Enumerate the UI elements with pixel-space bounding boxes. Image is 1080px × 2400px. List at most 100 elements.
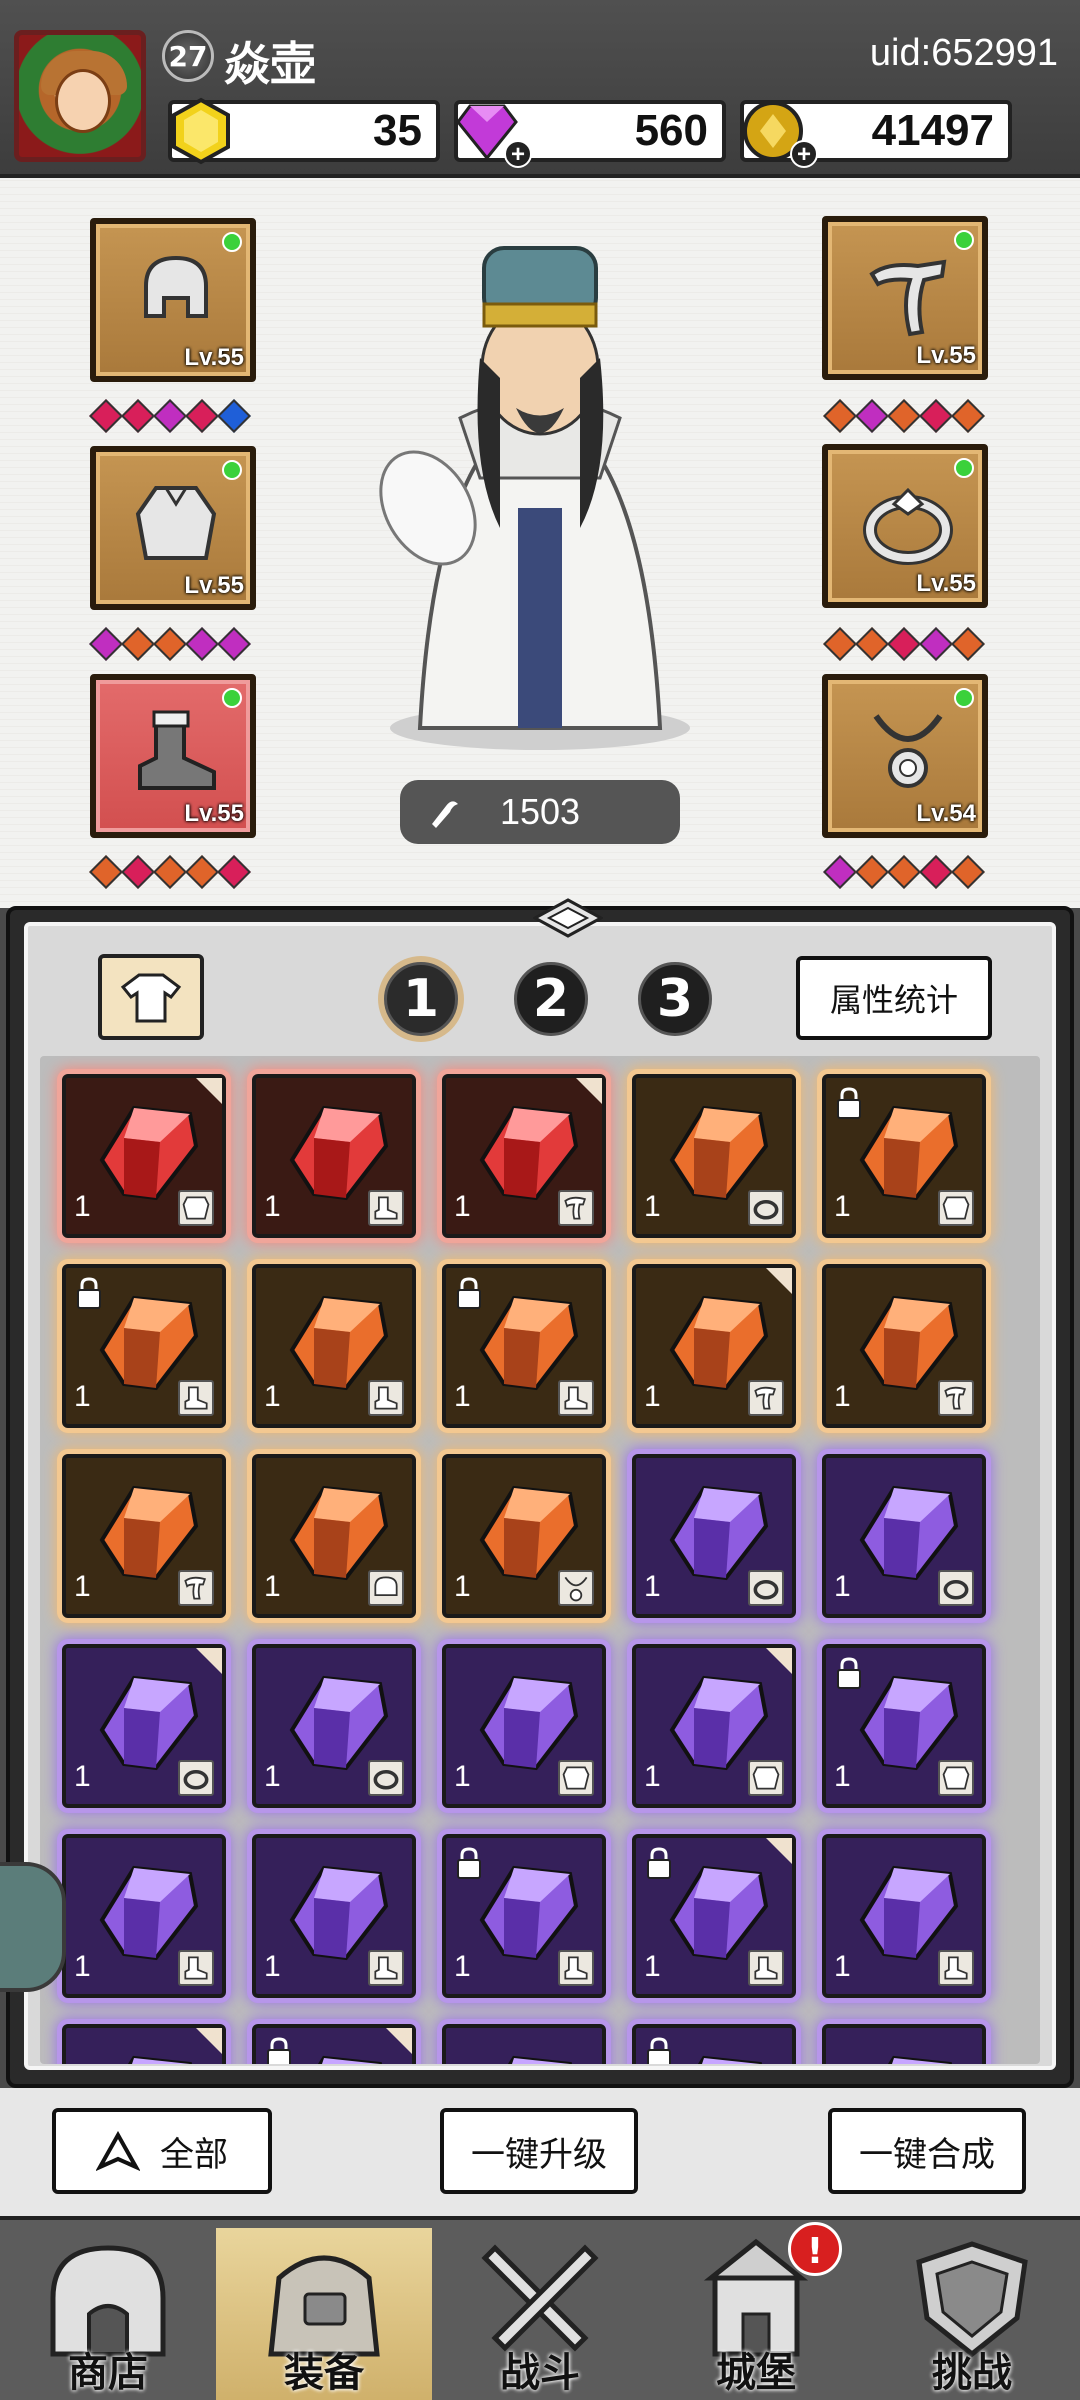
inventory-item[interactable]: 1 [252,1834,416,1998]
ring-type-icon [368,1760,404,1796]
player-uid: uid:652991 [869,32,1058,74]
equip-slot-boots[interactable]: Lv.55 [90,674,256,838]
inventory-item[interactable]: 1 [252,1264,416,1428]
new-corner-marker [196,1648,222,1674]
castle-alert-badge: ! [788,2222,842,2276]
inventory-item[interactable] [62,2024,226,2064]
armor-type-icon [938,1190,974,1226]
nav-equipment[interactable]: 装备 [216,2228,432,2400]
filter-all-label: 全部 [160,2134,228,2175]
gem [217,627,251,661]
inventory-item[interactable]: 1 [252,1454,416,1618]
bag-tab-3[interactable]: 3 [638,962,712,1036]
nav-castle-label: 城堡 [716,2349,796,2396]
coin-add-icon[interactable]: + [790,140,818,168]
item-count: 1 [834,1570,851,1603]
item-count: 1 [264,1760,281,1793]
new-corner-marker [576,1078,602,1104]
status-dot [954,230,974,250]
inventory-item[interactable]: 1 [252,1074,416,1238]
inventory-item[interactable] [632,2024,796,2064]
inventory-item[interactable]: 1 [822,1074,986,1238]
armor-type-icon [558,1760,594,1796]
outfit-filter-button[interactable] [98,954,204,1040]
slot-level: Lv.55 [184,800,244,827]
new-corner-marker [196,1078,222,1104]
inventory-item[interactable]: 1 [442,1264,606,1428]
crystal-gem-icon [127,2055,193,2064]
boots-type-icon [368,1950,404,1986]
filter-all-button[interactable]: 全部 [52,2108,272,2194]
item-count: 1 [454,1950,471,1983]
top-status-bar: 27 焱壶 uid:652991 35 + 560 + 41497 [0,0,1080,178]
ring-type-icon [748,1190,784,1226]
nav-castle[interactable]: ! 城堡 [648,2222,864,2400]
inventory-item[interactable]: 1 [822,1644,986,1808]
inventory-item[interactable]: 1 [632,1454,796,1618]
gem [121,855,155,889]
boots-type-icon [178,1950,214,1986]
nav-equipment-label: 装备 [284,2349,364,2396]
inventory-item[interactable]: 1 [822,1264,986,1428]
inventory-item[interactable]: 1 [442,1454,606,1618]
item-count: 1 [454,1380,471,1413]
side-helper-avatar[interactable] [0,1862,66,1992]
player-avatar[interactable] [14,30,146,162]
inventory-item[interactable]: 1 [62,1074,226,1238]
boots-type-icon [558,1380,594,1416]
player-level-badge: 27 [162,30,214,82]
inventory-item[interactable]: 1 [62,1644,226,1808]
inventory-item[interactable]: 1 [632,1264,796,1428]
nav-battle[interactable]: 战斗 [432,2228,648,2400]
equip-slot-armor[interactable]: Lv.55 [90,446,256,610]
inventory-item[interactable]: 1 [822,1454,986,1618]
equip-slot-ring[interactable]: Lv.55 [822,444,988,608]
equip-slot-weapon[interactable]: Lv.55 [822,216,988,380]
gem [919,627,953,661]
inventory-item[interactable]: 1 [62,1834,226,1998]
ring-type-icon [178,1760,214,1796]
boots-type-icon [938,1950,974,1986]
inventory-item[interactable]: 1 [62,1454,226,1618]
inventory-item[interactable] [252,2024,416,2064]
inventory-item[interactable]: 1 [632,1644,796,1808]
hero-character-portrait[interactable] [350,208,730,758]
equip-slot-necklace[interactable]: Lv.54 [822,674,988,838]
gem [823,399,857,433]
inventory-item[interactable]: 1 [632,1834,796,1998]
weapon-type-icon [938,1380,974,1416]
boots-type-icon [368,1380,404,1416]
inventory-item[interactable]: 1 [252,1644,416,1808]
inventory-item[interactable]: 1 [442,1834,606,1998]
nav-shop[interactable]: 商店 [0,2228,216,2400]
gem [823,855,857,889]
bag-tab-2[interactable]: 2 [514,962,588,1036]
inventory-item[interactable]: 1 [822,1834,986,1998]
necklace-gems [823,855,985,889]
bag-tab-1[interactable]: 1 [384,962,458,1036]
inventory-item[interactable] [442,2024,606,2064]
boot-icon [138,710,216,790]
status-dot [954,688,974,708]
diamond-add-icon[interactable]: + [504,140,532,168]
lock-icon [457,1277,481,1309]
gem [855,855,889,889]
nav-challenge[interactable]: 挑战 [864,2228,1080,2400]
avatar-face [55,69,111,133]
shirt-icon [120,973,182,1023]
inventory-item[interactable]: 1 [442,1074,606,1238]
inventory-item[interactable] [822,2024,986,2064]
equip-slot-helmet[interactable]: Lv.55 [90,218,256,382]
inventory-item[interactable]: 1 [442,1644,606,1808]
slot-level: Lv.54 [916,800,976,827]
item-count: 1 [834,1380,851,1413]
item-count: 1 [454,1570,471,1603]
status-dot [954,458,974,478]
inventory-item[interactable]: 1 [632,1074,796,1238]
boots-type-icon [178,1380,214,1416]
merge-all-button[interactable]: 一键合成 [828,2108,1026,2194]
inventory-item[interactable]: 1 [62,1264,226,1428]
attribute-stats-button[interactable]: 属性统计 [796,956,992,1040]
inventory-actions: 全部 一键升级 一键合成 [0,2088,1080,2216]
upgrade-all-button[interactable]: 一键升级 [440,2108,638,2194]
